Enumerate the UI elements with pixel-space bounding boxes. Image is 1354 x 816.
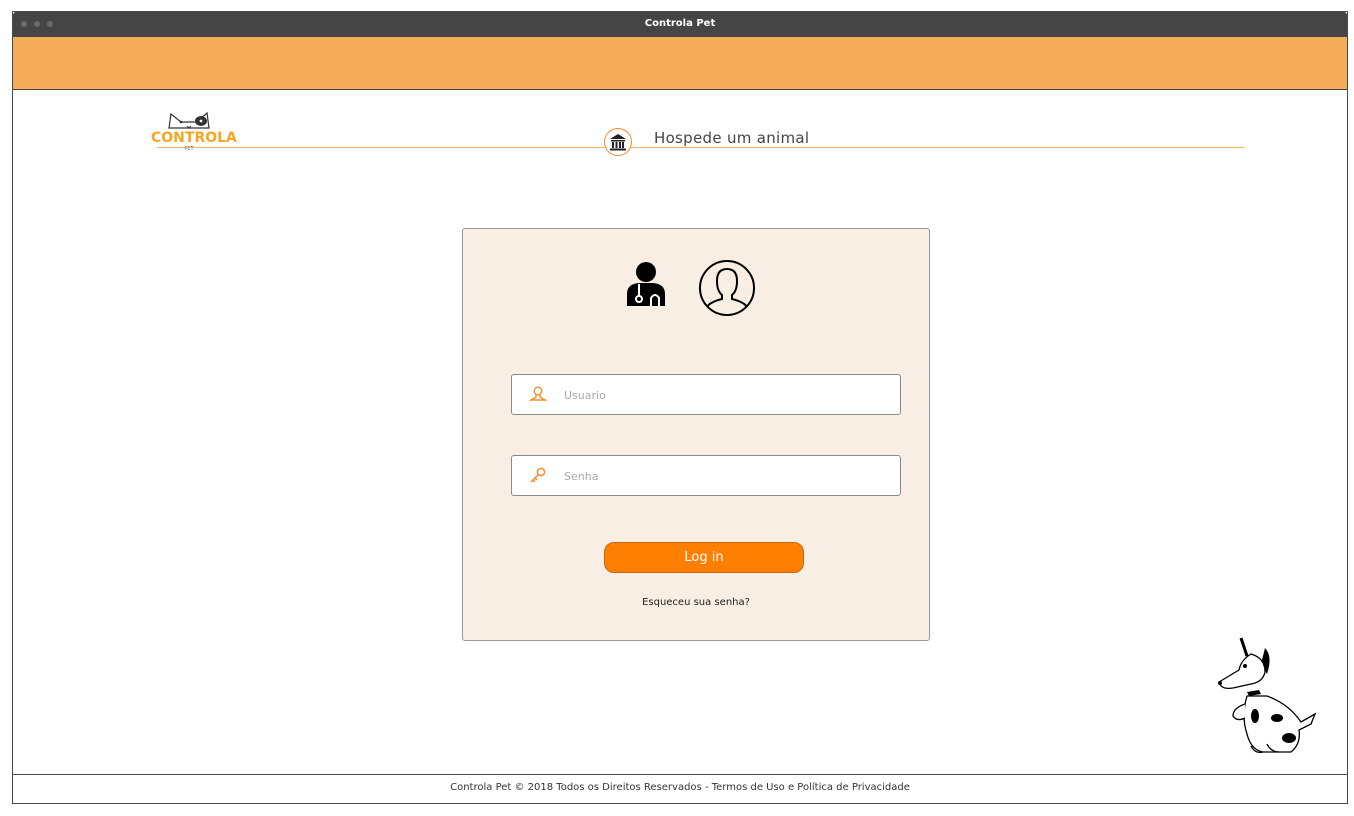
nav-host-animal-link[interactable]: Hospede um animal [654, 129, 809, 147]
title-bar: Controla Pet [13, 12, 1347, 37]
footer-text: Controla Pet © 2018 Todos os Direitos Re… [450, 782, 910, 793]
forgot-password-link[interactable]: Esqueceu sua senha? [463, 597, 929, 608]
browser-window: Controla Pet CONTROLA PET Hospede um ani… [12, 11, 1348, 804]
controla-pet-logo[interactable]: CONTROLA PET [151, 110, 237, 166]
username-field[interactable] [511, 374, 901, 415]
veterinarian-icon[interactable] [625, 262, 667, 308]
dog-illustration [1211, 634, 1317, 756]
user-circle-icon[interactable] [698, 259, 756, 317]
footer-divider [13, 774, 1347, 775]
password-field[interactable] [511, 455, 901, 496]
login-card: Log in Esqueceu sua senha? [462, 228, 930, 641]
bank-icon[interactable] [604, 128, 632, 156]
header-divider [157, 147, 1244, 148]
user-icon [528, 385, 548, 403]
login-button[interactable]: Log in [604, 542, 804, 573]
password-input[interactable] [564, 464, 884, 488]
key-icon [529, 466, 547, 484]
window-title: Controla Pet [644, 18, 716, 29]
top-banner [13, 37, 1347, 90]
username-input[interactable] [564, 383, 884, 407]
logo-text: CONTROLA [151, 130, 237, 146]
cat-face-icon [168, 111, 210, 129]
